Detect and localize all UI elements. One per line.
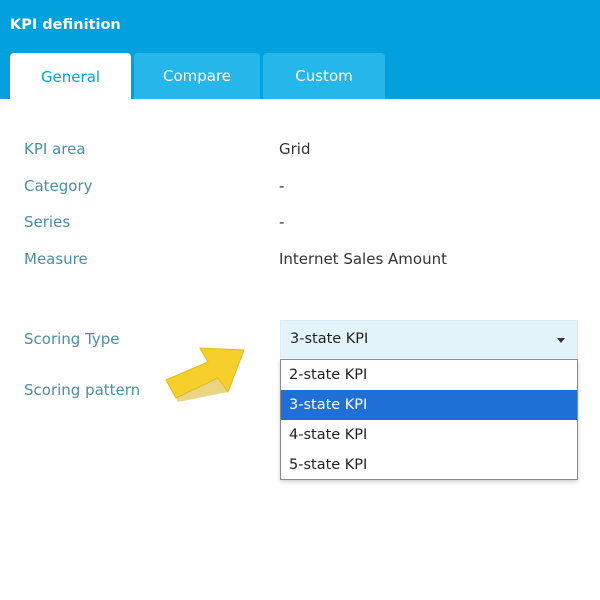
tab-general[interactable]: General: [10, 53, 131, 100]
kpi-area-value: Grid: [279, 140, 311, 158]
series-label: Series: [24, 213, 71, 231]
chevron-down-icon[interactable]: [557, 338, 565, 343]
scoring-option-4-state[interactable]: 4-state KPI: [281, 420, 577, 450]
category-label: Category: [24, 177, 93, 195]
scoring-option-5-state[interactable]: 5-state KPI: [281, 450, 577, 480]
scoring-type-select[interactable]: 3-state KPI: [280, 320, 578, 358]
tab-compare[interactable]: Compare: [134, 53, 260, 99]
scoring-option-2-state[interactable]: 2-state KPI: [281, 360, 577, 390]
scoring-option-3-state[interactable]: 3-state KPI: [281, 390, 577, 420]
measure-value: Internet Sales Amount: [279, 250, 447, 268]
tab-custom-label: Custom: [295, 67, 353, 85]
measure-label: Measure: [24, 250, 88, 268]
category-value: -: [279, 177, 285, 195]
scoring-type-dropdown: 2-state KPI 3-state KPI 4-state KPI 5-st…: [280, 359, 578, 480]
kpi-area-label: KPI area: [24, 140, 86, 158]
arrow-pointer-icon: [165, 347, 245, 402]
dialog-header: KPI definition General Compare Custom: [0, 0, 600, 100]
dialog-title: KPI definition: [10, 17, 121, 33]
tab-general-label: General: [40, 67, 101, 86]
tab-custom[interactable]: Custom: [263, 53, 385, 99]
scoring-type-selected-value: 3-state KPI: [290, 331, 369, 347]
scoring-type-label: Scoring Type: [24, 330, 120, 348]
kpi-definition-dialog: KPI definition General Compare Custom KP…: [0, 0, 600, 600]
tab-compare-label: Compare: [162, 67, 232, 85]
scoring-pattern-label: Scoring pattern: [24, 381, 141, 399]
series-value: -: [279, 213, 285, 231]
